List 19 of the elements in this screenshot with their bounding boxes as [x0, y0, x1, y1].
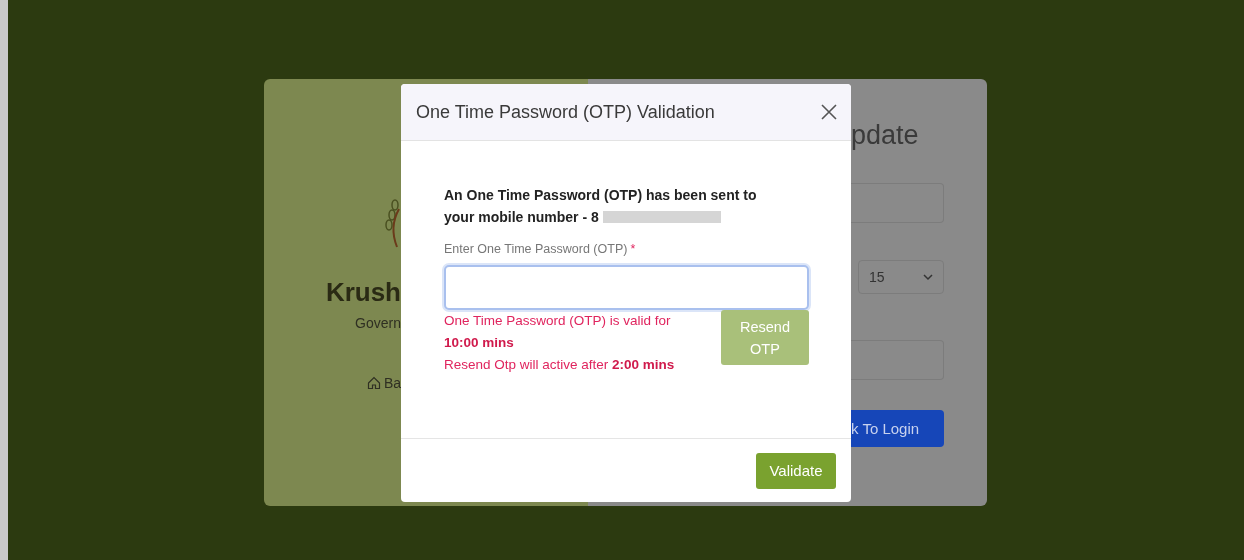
validate-button[interactable]: Validate [756, 452, 836, 489]
brand-name: Krush [325, 277, 401, 307]
validity-note: One Time Password (OTP) is valid for 10:00 mins [444, 312, 672, 352]
leaf-logo-icon [383, 199, 401, 249]
resend-note: Resend Otp will active after 2:00 mins [444, 356, 676, 374]
field-label: Enter One Time Password (OTP) [444, 242, 628, 256]
dialog-title: One Time Password (OTP) Validation [416, 101, 715, 123]
select-field[interactable]: 15 [858, 260, 944, 294]
home-icon [366, 376, 381, 390]
back-to-login-button[interactable]: k To Login [851, 410, 944, 447]
chevron-down-icon [923, 273, 933, 281]
otp-sent-message-line: An One Time Password (OTP) has been sent to [444, 186, 757, 205]
required-mark: * [630, 242, 636, 256]
otp-input-field[interactable] [444, 265, 809, 310]
otp-sent-message-line: your mobile number - 8 [444, 208, 599, 227]
home-link[interactable]: Ba [383, 375, 401, 391]
brand-subtitle: Govern [355, 315, 401, 331]
form-heading: pdate [851, 119, 920, 151]
close-icon[interactable] [819, 102, 839, 122]
